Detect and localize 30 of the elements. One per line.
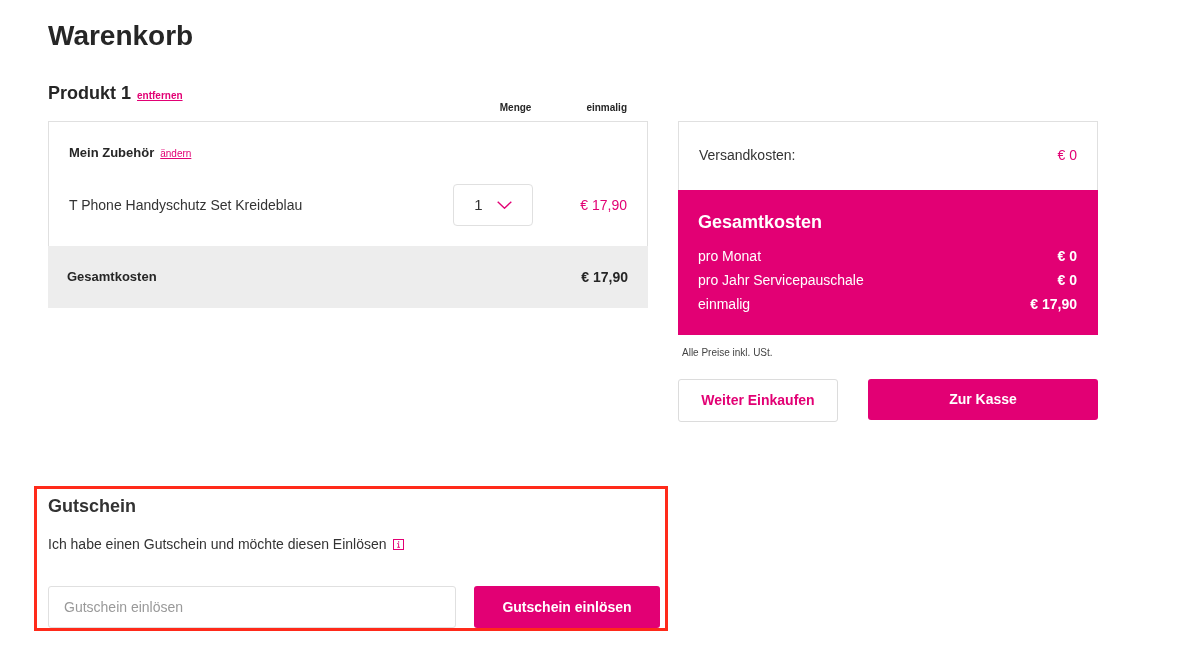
product-title: Produkt 1 [48,82,131,105]
checkout-button[interactable]: Zur Kasse [868,379,1098,420]
coupon-text: Ich habe einen Gutschein und möchte diesen Einlösen [48,535,387,554]
column-header: Menge [499,101,532,115]
group-title: Mein Zubehör [69,144,155,162]
page-title: Warenkorb [48,19,194,53]
product-name: T Phone Handyschutz Set Kreideblau [69,196,304,215]
coupon-title: Gutschein [48,495,136,518]
summary-label: pro Monat [698,247,762,266]
summary-label: einmalig [698,295,751,314]
summary-value: € 17,90 [1030,295,1077,314]
summary-value: € 0 [1057,247,1077,266]
redeem-coupon-button[interactable]: Gutschein einlösen [474,586,660,628]
quantity-select[interactable]: 1 [453,184,533,226]
summary-label: pro Jahr Servicepauschale [698,271,864,290]
column-header: einmalig [586,101,627,115]
item-price: € 17,90 [580,196,627,215]
change-link[interactable]: ändern [160,147,192,161]
tax-note: Alle Preise inkl. USt. [681,346,773,360]
shipping-label: Versandkosten: [699,146,796,165]
total-label: Gesamtkosten [67,268,157,286]
summary-title: Gesamtkosten [698,211,823,234]
info-icon[interactable] [392,538,404,550]
continue-shopping-button[interactable]: Weiter Einkaufen [678,379,838,422]
shipping-value: € 0 [1057,146,1077,165]
coupon-input[interactable]: Gutschein einlösen [48,586,456,628]
summary-value: € 0 [1057,271,1077,290]
remove-link[interactable]: entfernen [137,89,183,103]
chevron-down-icon [496,201,512,209]
total-value: € 17,90 [581,268,628,286]
